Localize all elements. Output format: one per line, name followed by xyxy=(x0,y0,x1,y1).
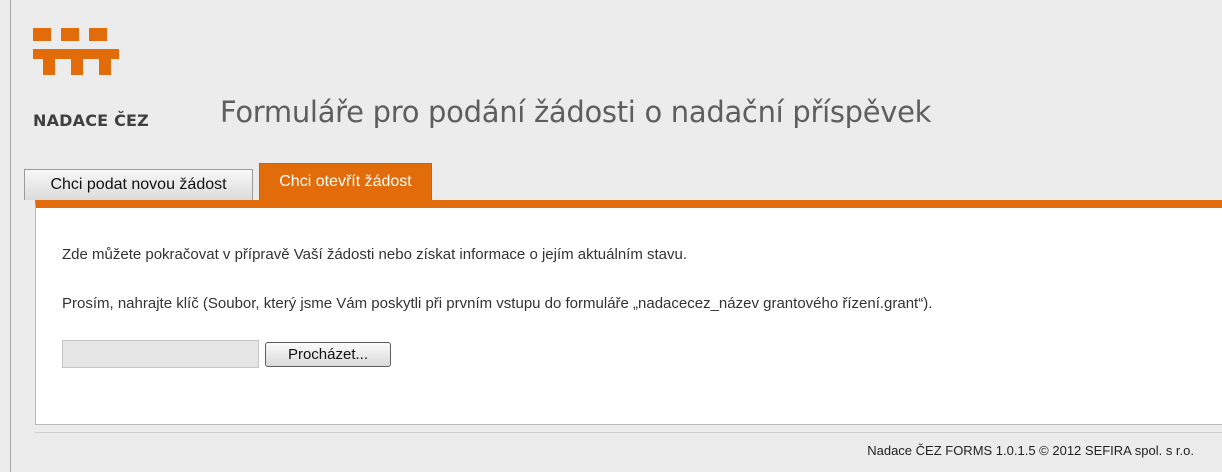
instruction-text: Prosím, nahrajte klíč (Soubor, který jsm… xyxy=(62,295,933,312)
page-title: Formuláře pro podání žádosti o nadační p… xyxy=(220,95,932,129)
content-panel: Zde můžete pokračovat v přípravě Vaší žá… xyxy=(35,200,1222,425)
footer-copyright: Nadace ČEZ FORMS 1.0.1.5 © 2012 SEFIRA s… xyxy=(867,443,1194,458)
intro-text: Zde můžete pokračovat v přípravě Vaší žá… xyxy=(62,246,688,263)
footer-divider xyxy=(35,432,1222,433)
logo-text: NADACE ČEZ xyxy=(33,111,149,130)
tab-new-request[interactable]: Chci podat novou žádost xyxy=(24,169,253,200)
header: NADACE ČEZ Formuláře pro podání žádosti … xyxy=(11,0,1222,165)
file-path-field[interactable] xyxy=(62,340,259,368)
browse-button[interactable]: Procházet... xyxy=(265,342,391,367)
tab-open-request[interactable]: Chci otevřít žádost xyxy=(259,163,432,200)
logo: NADACE ČEZ xyxy=(33,28,173,138)
nadace-cez-logo-icon xyxy=(33,28,119,75)
